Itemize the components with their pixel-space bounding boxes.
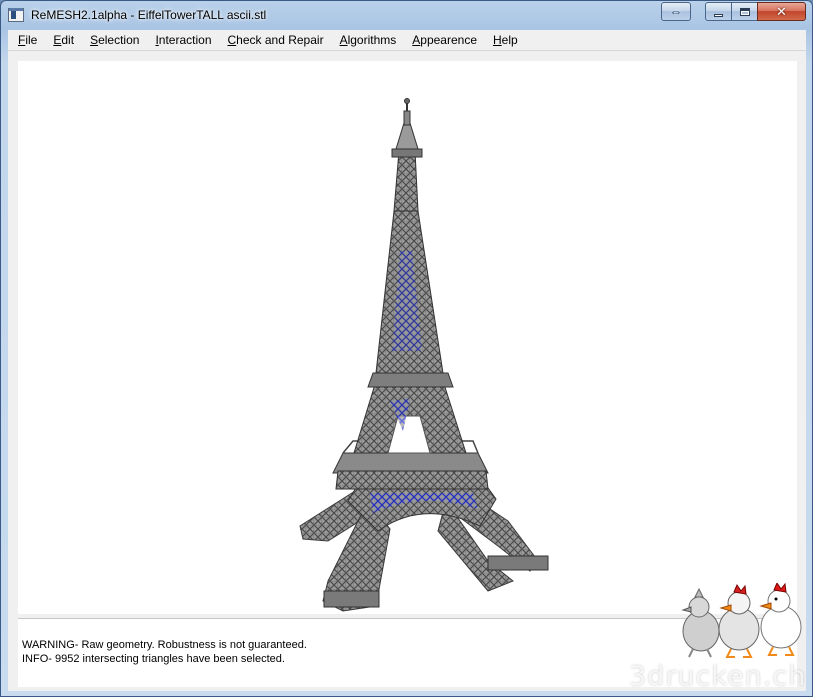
mascot-chickens-image [681,583,802,658]
menu-appearence[interactable]: Appearence [404,30,485,51]
app-window-icon[interactable] [8,8,24,22]
maximize-button[interactable] [731,2,758,21]
menu-interaction[interactable]: Interaction [147,30,219,51]
arrow-swap-icon: ⇔ [669,4,683,19]
log-line-info: INFO- 9952 intersecting triangles have b… [22,653,285,665]
title-bar[interactable]: ReMESH2.1alpha - EiffelTowerTALL ascii.s… [1,1,812,29]
watermark-text: 3drucken.ch [629,661,807,692]
menu-bar: File Edit Selection Interaction Check an… [8,30,806,51]
menu-algorithms[interactable]: Algorithms [332,30,405,51]
menu-selection[interactable]: Selection [82,30,147,51]
menu-file[interactable]: File [10,30,45,51]
minimize-button[interactable] [705,2,732,21]
close-button[interactable]: ✕ [757,2,806,21]
menu-help[interactable]: Help [485,30,526,51]
log-line-warning: WARNING- Raw geometry. Robustness is not… [22,639,307,651]
eiffel-tower-mesh [299,98,549,612]
window-title: ReMESH2.1alpha - EiffelTowerTALL ascii.s… [31,8,267,22]
menu-edit[interactable]: Edit [45,30,82,51]
minimize-icon [714,13,723,17]
3d-viewport[interactable] [18,61,797,614]
app-window: ReMESH2.1alpha - EiffelTowerTALL ascii.s… [0,0,813,697]
swap-button[interactable]: ⇔ [661,2,691,21]
close-icon: ✕ [776,3,787,19]
menu-check-and-repair[interactable]: Check and Repair [220,30,332,51]
maximize-icon [739,7,750,16]
